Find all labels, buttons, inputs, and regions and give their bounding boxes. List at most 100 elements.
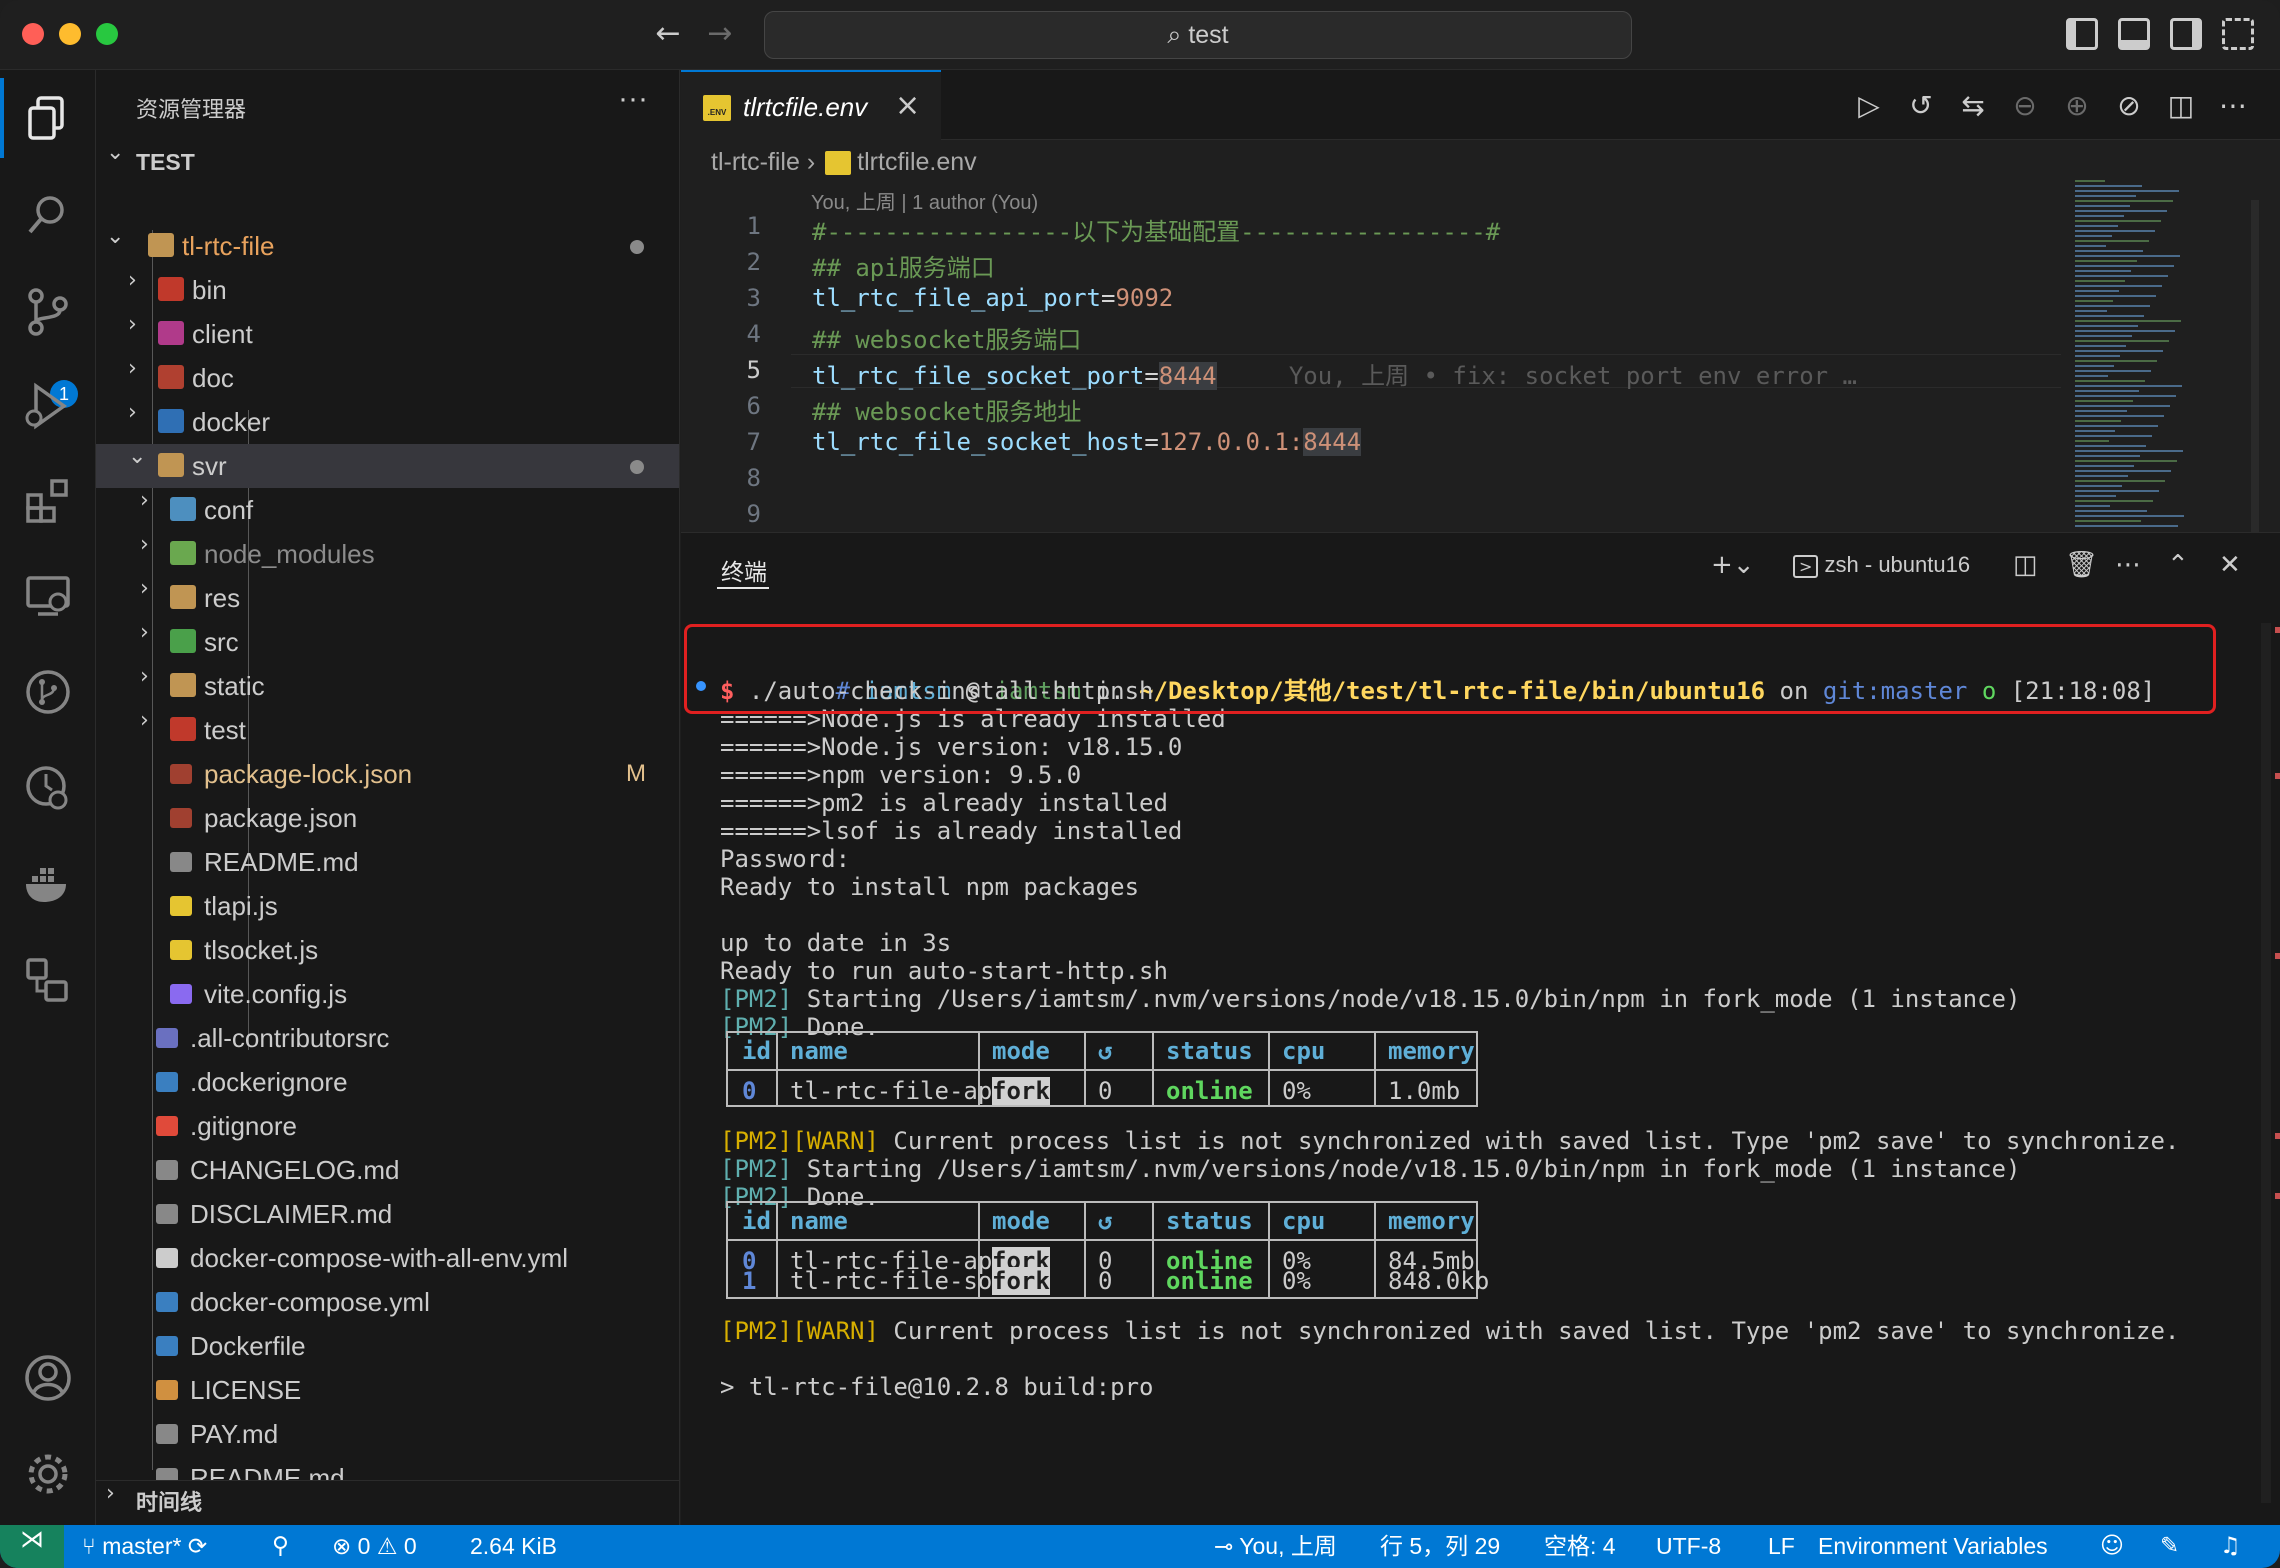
toggle-secondary-sidebar-icon[interactable] — [2170, 18, 2202, 50]
timeline-section[interactable]: › 时间线 — [96, 1480, 679, 1525]
tab-tlrtcfile-env[interactable]: .ENV tlrtcfile.env × — [681, 70, 941, 140]
run-icon[interactable]: ▷ — [1853, 90, 1885, 122]
branch-status[interactable]: ⑂ master* ⟳ — [82, 1525, 207, 1568]
code-line[interactable]: tl_rtc_file_socket_port=8444 You, 上周 • f… — [812, 356, 1857, 391]
git-graph-icon[interactable] — [22, 666, 74, 718]
tree-item[interactable]: › test — [96, 708, 679, 752]
code-line[interactable]: ## websocket服务端口 — [812, 320, 1081, 355]
remote-indicator-icon[interactable]: ⋊ — [0, 1525, 64, 1568]
language-mode[interactable]: Environment Variables — [1818, 1525, 2048, 1568]
title-bar: ← → ⌕ test — [0, 0, 2280, 70]
settings-gear-icon[interactable] — [22, 1448, 74, 1500]
remote-explorer-icon[interactable] — [22, 570, 74, 622]
explorer-more-actions[interactable]: ··· — [618, 82, 648, 116]
tree-item[interactable]: vite.config.js — [96, 972, 679, 1016]
feedback-icon[interactable]: ✎ — [2160, 1525, 2179, 1568]
breadcrumb-file[interactable]: tlrtcfile.env — [857, 148, 976, 176]
problems-status[interactable]: ⊗ 0 ⚠ 0 — [332, 1525, 417, 1568]
tree-item[interactable]: ⌄ tl-rtc-file — [96, 224, 679, 268]
tree-item[interactable]: › conf — [96, 488, 679, 532]
tab-terminal[interactable]: 终端 — [721, 553, 767, 587]
tree-item[interactable]: › node_modules — [96, 532, 679, 576]
tree-item[interactable]: › doc — [96, 356, 679, 400]
close-tab-icon[interactable]: × — [895, 88, 920, 123]
tree-item[interactable]: ⌄ svr — [96, 444, 679, 488]
source-control-icon[interactable] — [22, 286, 74, 338]
close-window-button[interactable] — [22, 23, 44, 45]
code-line[interactable]: ## api服务端口 — [812, 248, 995, 283]
previous-change-icon[interactable]: ⊖ — [2009, 90, 2041, 122]
next-change-icon[interactable]: ⊕ — [2061, 90, 2093, 122]
tree-item[interactable]: › static — [96, 664, 679, 708]
minimize-window-button[interactable] — [59, 23, 81, 45]
breadcrumb-folder[interactable]: tl-rtc-file — [711, 148, 800, 176]
copilot-icon[interactable]: ☺ — [2100, 1525, 2124, 1568]
code-line[interactable]: tl_rtc_file_api_port=9092 — [812, 284, 1173, 312]
tree-item[interactable]: .gitignore — [96, 1104, 679, 1148]
panel-more-icon[interactable]: ⋯ — [2115, 547, 2141, 583]
line-number: 3 — [746, 284, 761, 312]
editor-more-icon[interactable]: ⋯ — [2217, 90, 2249, 122]
split-terminal-icon[interactable]: ◫ — [2013, 547, 2038, 583]
explorer-icon[interactable] — [0, 78, 74, 158]
tree-item[interactable]: tlapi.js — [96, 884, 679, 928]
maximize-window-button[interactable] — [96, 23, 118, 45]
tree-item[interactable]: README.md — [96, 840, 679, 884]
accounts-icon[interactable] — [22, 1352, 74, 1404]
indentation[interactable]: 空格: 4 — [1544, 1525, 1616, 1568]
back-arrow-icon[interactable]: ← — [650, 16, 686, 52]
tree-item[interactable]: docker-compose-with-all-env.yml — [96, 1236, 679, 1280]
terminal-scrollbar[interactable] — [2261, 623, 2271, 1503]
tree-item[interactable]: package.json — [96, 796, 679, 840]
cursor-position[interactable]: 行 5，列 29 — [1380, 1525, 1500, 1568]
close-panel-icon[interactable]: ✕ — [2219, 547, 2241, 583]
tree-item[interactable]: › res — [96, 576, 679, 620]
forward-arrow-icon[interactable]: → — [702, 16, 738, 52]
git-history-icon[interactable] — [22, 762, 74, 814]
git-graph-status-icon[interactable]: ⚲ — [272, 1525, 289, 1568]
tree-item[interactable]: DISCLAIMER.md — [96, 1192, 679, 1236]
code-line[interactable]: #-----------------以下为基础配置---------------… — [812, 212, 1500, 247]
split-editor-icon[interactable]: ◫ — [2165, 90, 2197, 122]
toggle-blame-icon[interactable]: ⊘ — [2113, 90, 2145, 122]
tree-item[interactable]: › bin — [96, 268, 679, 312]
blame-status[interactable]: ⊸ You, 上周 — [1214, 1525, 1337, 1568]
run-debug-icon[interactable] — [22, 380, 74, 432]
code-line[interactable]: tl_rtc_file_socket_host=127.0.0.1:8444 — [812, 428, 1362, 456]
extensions-icon[interactable] — [22, 475, 74, 527]
tree-item[interactable]: docker-compose.yml — [96, 1280, 679, 1324]
encoding[interactable]: UTF-8 — [1656, 1525, 1721, 1568]
editor-scrollbar[interactable] — [2251, 200, 2259, 532]
command-center-search[interactable]: ⌕ test — [764, 11, 1632, 59]
open-changes-history-icon[interactable]: ↺ — [1905, 90, 1937, 122]
tree-item[interactable]: tlsocket.js — [96, 928, 679, 972]
split-view-icon[interactable] — [22, 954, 74, 1006]
tree-item[interactable]: › src — [96, 620, 679, 664]
codelens-blame[interactable]: You, 上周 | 1 author (You) — [811, 186, 1038, 215]
tree-item[interactable]: Dockerfile — [96, 1324, 679, 1368]
search-view-icon[interactable] — [22, 190, 74, 242]
minimap-line — [2075, 435, 2152, 437]
new-terminal-icon[interactable]: +⌄ — [1711, 547, 1755, 583]
code-line[interactable]: ## websocket服务地址 — [812, 392, 1081, 427]
notifications-bell-icon[interactable]: ♫ — [2220, 1525, 2241, 1568]
toggle-panel-icon[interactable] — [2118, 18, 2150, 50]
tree-item[interactable]: .all-contributorsrc — [96, 1016, 679, 1060]
tree-item[interactable]: › docker — [96, 400, 679, 444]
go-back-change-icon[interactable]: ⇆ — [1957, 90, 1989, 122]
workspace-root[interactable]: ⌄ TEST — [96, 140, 679, 184]
tree-item[interactable]: PAY.md — [96, 1412, 679, 1456]
customize-layout-icon[interactable] — [2222, 18, 2254, 50]
tree-item[interactable]: .dockerignore — [96, 1060, 679, 1104]
tree-item[interactable]: package-lock.json M — [96, 752, 679, 796]
end-of-line[interactable]: LF — [1768, 1525, 1795, 1568]
maximize-panel-icon[interactable]: ⌃ — [2167, 547, 2189, 583]
minimap[interactable] — [2071, 180, 2201, 532]
tree-item[interactable]: CHANGELOG.md — [96, 1148, 679, 1192]
kill-terminal-icon[interactable]: 🗑 — [2065, 547, 2098, 583]
tree-item[interactable]: › client — [96, 312, 679, 356]
docker-icon[interactable] — [22, 858, 74, 910]
terminal-selector[interactable]: > zsh - ubuntu16 — [1793, 547, 1970, 583]
toggle-primary-sidebar-icon[interactable] — [2066, 18, 2098, 50]
tree-item[interactable]: LICENSE — [96, 1368, 679, 1412]
